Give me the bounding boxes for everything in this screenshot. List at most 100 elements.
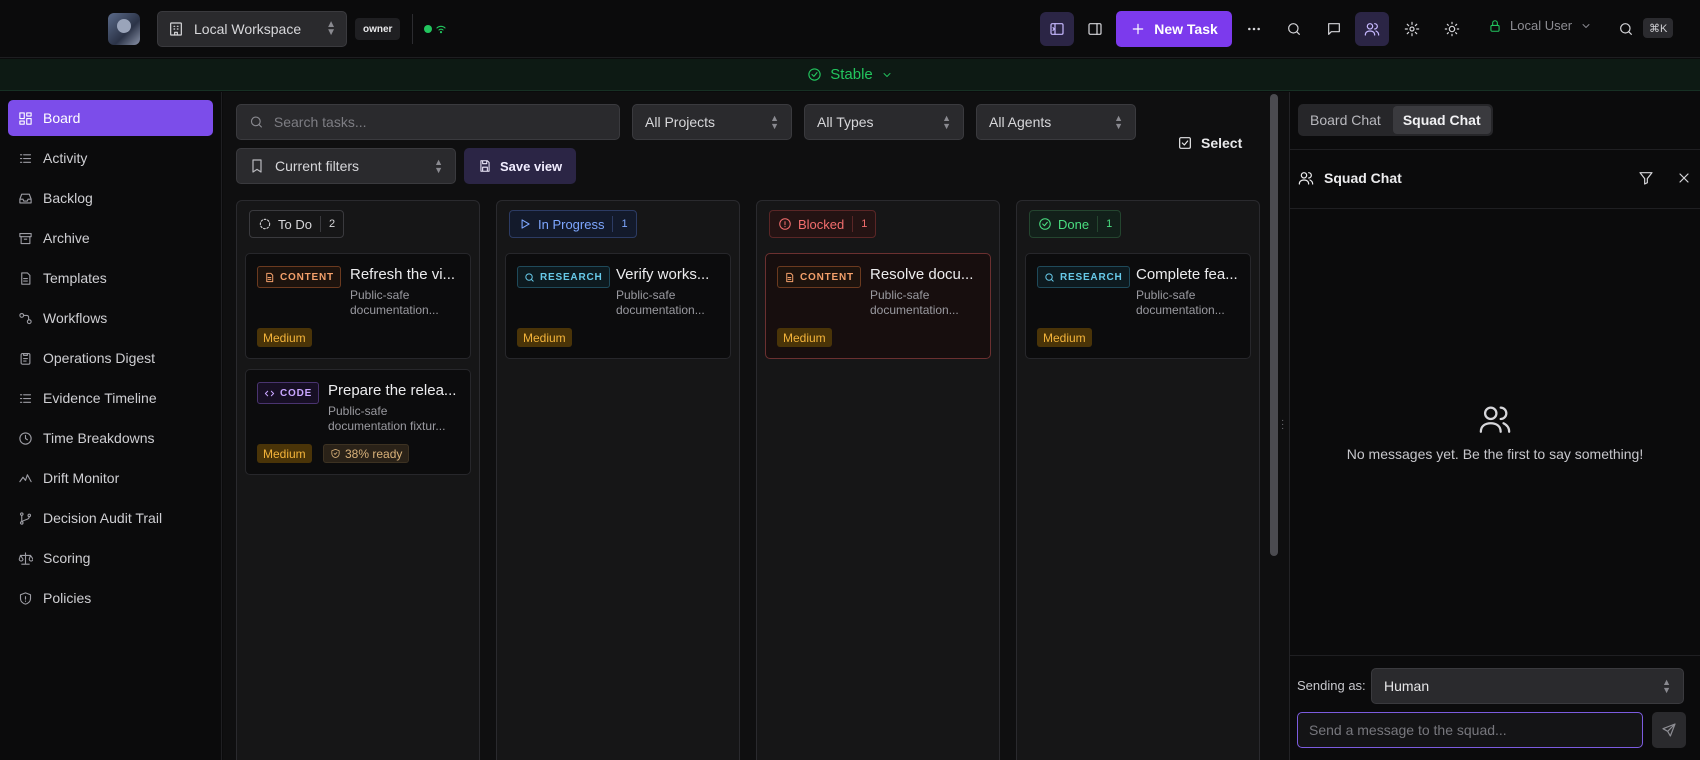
column-todo: To Do 2 CONTENT Refresh the vi... Public… bbox=[236, 200, 480, 760]
activity-icon bbox=[19, 153, 32, 163]
online-status-dot bbox=[424, 25, 432, 33]
message-field[interactable] bbox=[1297, 712, 1643, 748]
sidebar-item-label: Policies bbox=[43, 590, 92, 606]
sidebar-item-time-breakdowns[interactable]: Time Breakdowns bbox=[8, 420, 213, 456]
column-header-todo: To Do 2 bbox=[249, 210, 345, 238]
chat-tabs: Board Chat Squad Chat bbox=[1298, 104, 1493, 136]
agents-select[interactable]: All Agents ▲ ▼ bbox=[976, 104, 1136, 140]
column-header-blocked: Blocked 1 bbox=[769, 210, 877, 238]
list-icon bbox=[19, 393, 32, 403]
sidebar-item-operations-digest[interactable]: Operations Digest bbox=[8, 340, 213, 376]
task-description: Public-safe documentation fixtur... bbox=[328, 404, 446, 433]
sidebar-item-scoring[interactable]: Scoring bbox=[8, 540, 213, 576]
task-title: Prepare the relea... bbox=[328, 382, 457, 399]
chevron-updown-icon: ▲ ▼ bbox=[942, 113, 951, 131]
new-task-button[interactable]: New Task bbox=[1116, 11, 1232, 47]
toggle-sidebar-button[interactable] bbox=[1040, 12, 1074, 46]
chevron-updown-icon: ▲ ▼ bbox=[1114, 113, 1123, 131]
play-icon bbox=[521, 219, 530, 229]
sidebar-item-label: Archive bbox=[43, 230, 90, 246]
filter-icon[interactable] bbox=[1638, 170, 1654, 186]
squad-button[interactable] bbox=[1355, 12, 1389, 46]
task-description: Public-safe documentation... bbox=[1136, 288, 1225, 317]
inbox-icon bbox=[19, 193, 32, 203]
search-icon bbox=[525, 272, 534, 282]
send-button[interactable] bbox=[1652, 712, 1686, 748]
save-icon bbox=[480, 160, 490, 172]
circle-dashed-icon bbox=[259, 218, 271, 230]
sidebar-item-policies[interactable]: Policies bbox=[8, 580, 213, 616]
sun-icon bbox=[1444, 21, 1460, 37]
document-icon bbox=[266, 272, 274, 282]
task-card[interactable]: CODE Prepare the relea... Public-safe do… bbox=[245, 369, 471, 475]
tab-squad-chat[interactable]: Squad Chat bbox=[1392, 106, 1491, 134]
tab-board-chat[interactable]: Board Chat bbox=[1300, 106, 1391, 134]
user-name: Local User bbox=[1510, 18, 1573, 33]
sidebar-item-board[interactable]: Board bbox=[8, 100, 213, 136]
current-filters-select[interactable]: Current filters ▲ ▼ bbox=[236, 148, 456, 184]
chevron-updown-icon: ▲ ▼ bbox=[326, 19, 336, 38]
sidebar-item-backlog[interactable]: Backlog bbox=[8, 180, 213, 216]
shield-icon bbox=[19, 591, 32, 605]
task-card[interactable]: CONTENT Refresh the vi... Public-safe do… bbox=[245, 253, 471, 359]
projects-select[interactable]: All Projects ▲ ▼ bbox=[632, 104, 792, 140]
search-field[interactable] bbox=[236, 104, 620, 140]
user-menu[interactable]: Local User bbox=[1488, 18, 1592, 33]
priority-badge: Medium bbox=[1037, 328, 1092, 347]
search-button[interactable] bbox=[1277, 12, 1311, 46]
task-card[interactable]: CONTENT Resolve docu... Public-safe docu… bbox=[765, 253, 991, 359]
task-type-tag: CONTENT bbox=[257, 266, 341, 288]
resize-handle[interactable]: · · · bbox=[1281, 416, 1284, 434]
close-icon[interactable] bbox=[1676, 170, 1692, 186]
task-type-tag: RESEARCH bbox=[1037, 266, 1130, 288]
board-scrollbar[interactable] bbox=[1270, 94, 1278, 556]
select-button[interactable]: Select bbox=[1177, 135, 1242, 151]
chevron-updown-icon: ▲ ▼ bbox=[434, 157, 443, 175]
sidebar-item-label: Scoring bbox=[43, 550, 91, 566]
chat-header: Squad Chat bbox=[1298, 170, 1402, 186]
gear-icon bbox=[1404, 21, 1420, 37]
sidebar-item-drift-monitor[interactable]: Drift Monitor bbox=[8, 460, 213, 496]
command-search-icon[interactable] bbox=[1618, 21, 1634, 37]
message-input[interactable] bbox=[1309, 722, 1631, 738]
priority-badge: Medium bbox=[257, 328, 312, 347]
sidebar-item-activity[interactable]: Activity bbox=[8, 140, 213, 176]
task-card[interactable]: RESEARCH Complete fea... Public-safe doc… bbox=[1025, 253, 1251, 359]
column-title: Blocked bbox=[798, 216, 845, 232]
panel-left-icon bbox=[1050, 23, 1064, 35]
sidebar-item-templates[interactable]: Templates bbox=[8, 260, 213, 296]
task-description: Public-safe documentation... bbox=[350, 288, 439, 317]
workspace-avatar[interactable] bbox=[108, 13, 140, 45]
toggle-panel-button[interactable] bbox=[1078, 12, 1112, 46]
status-banner[interactable]: Stable bbox=[0, 59, 1700, 91]
priority-badge: Medium bbox=[517, 328, 572, 347]
sidebar-item-evidence-timeline[interactable]: Evidence Timeline bbox=[8, 380, 213, 416]
check-circle-icon bbox=[808, 68, 821, 81]
pulse-icon bbox=[19, 473, 32, 482]
messages-button[interactable] bbox=[1317, 12, 1351, 46]
workspace-selector[interactable]: Local Workspace ▲ ▼ bbox=[157, 11, 347, 47]
sidebar-item-archive[interactable]: Archive bbox=[8, 220, 213, 256]
clock-icon bbox=[19, 431, 32, 445]
divider bbox=[412, 14, 413, 44]
types-select[interactable]: All Types ▲ ▼ bbox=[804, 104, 964, 140]
settings-button[interactable] bbox=[1395, 12, 1429, 46]
sidebar-item-label: Time Breakdowns bbox=[43, 430, 155, 446]
save-view-button[interactable]: Save view bbox=[464, 148, 577, 184]
status-label: Stable bbox=[830, 66, 873, 83]
theme-toggle-button[interactable] bbox=[1435, 12, 1469, 46]
more-button[interactable] bbox=[1237, 12, 1271, 46]
task-card[interactable]: RESEARCH Verify works... Public-safe doc… bbox=[505, 253, 731, 359]
chevron-down-icon bbox=[883, 72, 891, 77]
sending-as-select[interactable]: Human ▲ ▼ bbox=[1371, 668, 1684, 704]
scale-icon bbox=[18, 551, 33, 565]
column-blocked: Blocked 1 CONTENT Resolve docu... Public… bbox=[756, 200, 1000, 760]
alert-circle-icon bbox=[779, 218, 791, 230]
role-badge: owner bbox=[355, 18, 401, 40]
sidebar-item-workflows[interactable]: Workflows bbox=[8, 300, 213, 336]
sidebar-item-decision-audit-trail[interactable]: Decision Audit Trail bbox=[8, 500, 213, 536]
shortcut-hint: ⌘K bbox=[1643, 18, 1674, 38]
column-title: To Do bbox=[278, 216, 312, 232]
column-done: Done 1 RESEARCH Complete fea... Public-s… bbox=[1016, 200, 1260, 760]
search-input[interactable] bbox=[273, 114, 607, 130]
